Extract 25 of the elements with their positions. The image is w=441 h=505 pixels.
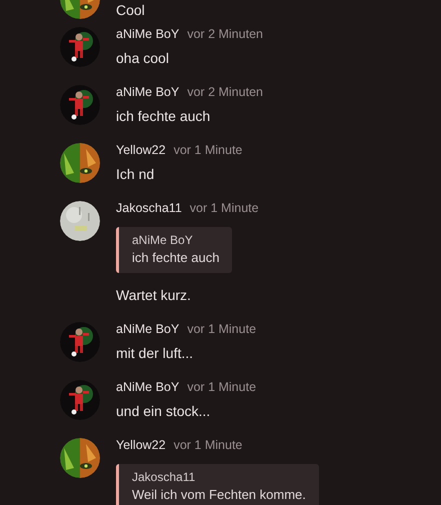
username[interactable]: Jakoscha11 (116, 201, 182, 215)
username[interactable]: aNiMe BoY (116, 27, 180, 41)
quoted-text: Weil ich vom Fechten komme. (132, 487, 306, 502)
timestamp: vor 1 Minute (190, 201, 259, 215)
username[interactable]: aNiMe BoY (116, 322, 180, 336)
quoted-author: Jakoscha11 (132, 470, 196, 484)
timestamp: vor 1 Minute (187, 322, 256, 336)
quoted-author: aNiMe BoY (132, 233, 194, 247)
message-text: und ein stock... (116, 402, 212, 420)
username[interactable]: aNiMe BoY (116, 85, 180, 99)
timestamp: vor 2 Minuten (187, 85, 263, 99)
timestamp: vor 1 Minute (174, 438, 242, 452)
message-text: Ich nd (116, 165, 156, 183)
message-text: Wartet kurz. (116, 286, 192, 304)
username[interactable]: Yellow22 (116, 438, 166, 452)
timestamp: vor 1 Minute (187, 380, 256, 394)
message-text: ich fechte auch (116, 107, 212, 125)
message-text: Cool (116, 1, 145, 19)
timestamp: vor 1 Minute (174, 143, 242, 157)
username[interactable]: Yellow22 (116, 143, 166, 157)
timestamp: vor 2 Minuten (187, 27, 263, 41)
quoted-text: ich fechte auch (132, 250, 220, 265)
message-text: oha cool (116, 49, 170, 67)
username[interactable]: aNiMe BoY (116, 380, 180, 394)
message-text: mit der luft... (116, 344, 194, 362)
